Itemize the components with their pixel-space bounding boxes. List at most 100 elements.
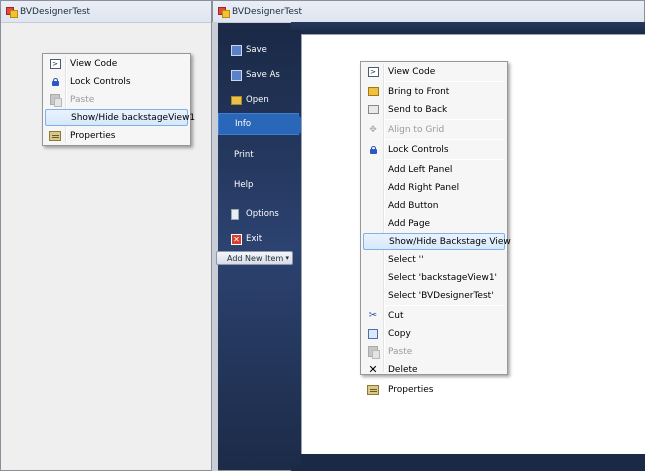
menu-item-properties[interactable]: Properties [363,381,505,398]
menu-item-view-code[interactable]: > View Code [363,63,505,80]
menu-item-show-hide-backstageview[interactable]: Show/Hide backstageView1 [45,109,195,126]
menu-item-select-backstageview1[interactable]: Select 'backstageView1' [363,269,505,286]
add-new-item-dropdown[interactable]: Add New Item ▾ [216,251,293,265]
menu-separator [385,139,505,140]
menu-item-label: Paste [70,94,95,105]
properties-icon [48,129,62,142]
menu-item-lock-controls[interactable]: Lock Controls [45,73,188,90]
sidebar-item-open[interactable]: Open [218,89,301,111]
menu-item-label: Add Left Panel [388,164,453,175]
open-folder-icon [231,95,242,105]
menu-item-add-left-panel[interactable]: Add Left Panel [363,161,505,178]
properties-icon [366,383,380,396]
menu-item-label: Copy [388,328,411,339]
menu-item-label: Bring to Front [388,86,450,97]
sidebar-item-label: Print [234,150,254,160]
add-new-item-label: Add New Item [227,253,284,263]
menu-item-add-button[interactable]: Add Button [363,197,505,214]
menu-item-paste[interactable]: Paste [363,343,505,360]
menu-item-show-hide-backstage-view[interactable]: Show/Hide Backstage View [363,233,511,250]
menu-separator [385,305,505,306]
sidebar-item-label: Open [246,95,269,105]
backstage-top-strip [291,22,645,34]
menu-separator [385,119,505,120]
menu-item-label: Select 'backstageView1' [388,272,498,283]
sidebar-item-help[interactable]: Help [218,174,301,196]
menu-item-paste[interactable]: Paste [45,91,188,108]
menu-item-label: Add Button [388,200,439,211]
view-code-icon: > [48,57,62,70]
save-as-icon [231,69,242,81]
menu-item-align-to-grid[interactable]: ✥ Align to Grid [363,121,505,138]
menu-item-label: Show/Hide Backstage View [389,236,511,247]
chevron-down-icon: ▾ [285,254,289,262]
menu-item-label: Lock Controls [388,144,449,155]
send-to-back-icon [366,103,380,116]
right-title-bar: BVDesignerTest [213,1,644,23]
menu-item-copy[interactable]: Copy [363,325,505,342]
menu-item-add-right-panel[interactable]: Add Right Panel [363,179,505,196]
view-code-icon: > [366,65,380,78]
lock-icon [48,75,62,88]
left-title-bar: BVDesignerTest [1,1,211,23]
menu-item-view-code[interactable]: > View Code [45,55,188,72]
sidebar-item-label: Exit [246,234,263,244]
menu-item-select-empty[interactable]: Select '' [363,251,505,268]
menu-item-label: Add Right Panel [388,182,460,193]
sidebar-item-label: Info [235,119,252,129]
menu-item-label: Align to Grid [388,124,445,135]
sidebar-item-label: Help [234,180,254,190]
sidebar-item-info[interactable]: Info [218,113,306,136]
right-context-menu: > View Code Bring to Front Send to Back … [360,61,511,395]
menu-item-label: Send to Back [388,104,448,115]
paste-icon [48,93,62,107]
menu-item-bring-to-front[interactable]: Bring to Front [363,83,505,100]
menu-item-properties[interactable]: Properties [45,127,188,144]
paste-icon [366,345,380,359]
menu-item-label: Paste [388,346,413,357]
sidebar-item-save-as[interactable]: Save As [218,64,301,86]
app-icon [218,7,230,18]
options-icon [231,208,239,220]
menu-item-lock-controls[interactable]: Lock Controls [363,141,505,158]
sidebar-item-label: Options [246,209,279,219]
lock-icon [366,143,380,156]
sidebar-item-save[interactable]: Save [218,39,301,61]
menu-item-label: Cut [388,310,404,321]
menu-item-label: Properties [70,130,116,141]
menu-item-send-to-back[interactable]: Send to Back [363,101,505,118]
menu-item-select-bvdesignertest[interactable]: Select 'BVDesignerTest' [363,287,505,304]
menu-item-label: View Code [388,66,436,77]
sidebar-item-options[interactable]: Options [218,203,301,225]
copy-icon [366,327,380,340]
bring-to-front-icon [366,85,380,98]
menu-item-label: Properties [388,384,434,395]
menu-item-label: Delete [388,364,418,375]
menu-item-label: View Code [70,58,118,69]
menu-item-label: Show/Hide backstageView1 [71,112,196,123]
save-icon [231,44,242,56]
menu-item-label: Select '' [388,254,424,265]
backstage-bottom-strip [291,454,645,471]
menu-separator [385,159,505,160]
right-window-title: BVDesignerTest [232,6,303,17]
left-window-title: BVDesignerTest [20,6,91,17]
menu-item-cut[interactable]: ✂ Cut [363,307,505,324]
sidebar-item-exit[interactable]: ✕ Exit [218,228,301,250]
sidebar-item-label: Save As [246,70,280,80]
sidebar-item-label: Save [246,45,267,55]
align-to-grid-icon: ✥ [369,124,377,135]
delete-icon: ✕ [368,363,378,376]
sidebar-item-print[interactable]: Print [218,144,301,166]
menu-item-label: Select 'BVDesignerTest' [388,290,494,301]
left-context-menu: > View Code Lock Controls Paste Show/Hid… [42,53,195,146]
menu-item-label: Lock Controls [70,76,131,87]
menu-separator [385,379,505,380]
app-icon [6,7,18,18]
menu-separator [385,81,505,82]
cut-icon: ✂ [368,310,378,321]
menu-item-label: Add Page [388,218,431,229]
menu-item-delete[interactable]: ✕ Delete [363,361,505,378]
menu-item-add-page[interactable]: Add Page [363,215,505,232]
exit-icon: ✕ [231,233,242,245]
